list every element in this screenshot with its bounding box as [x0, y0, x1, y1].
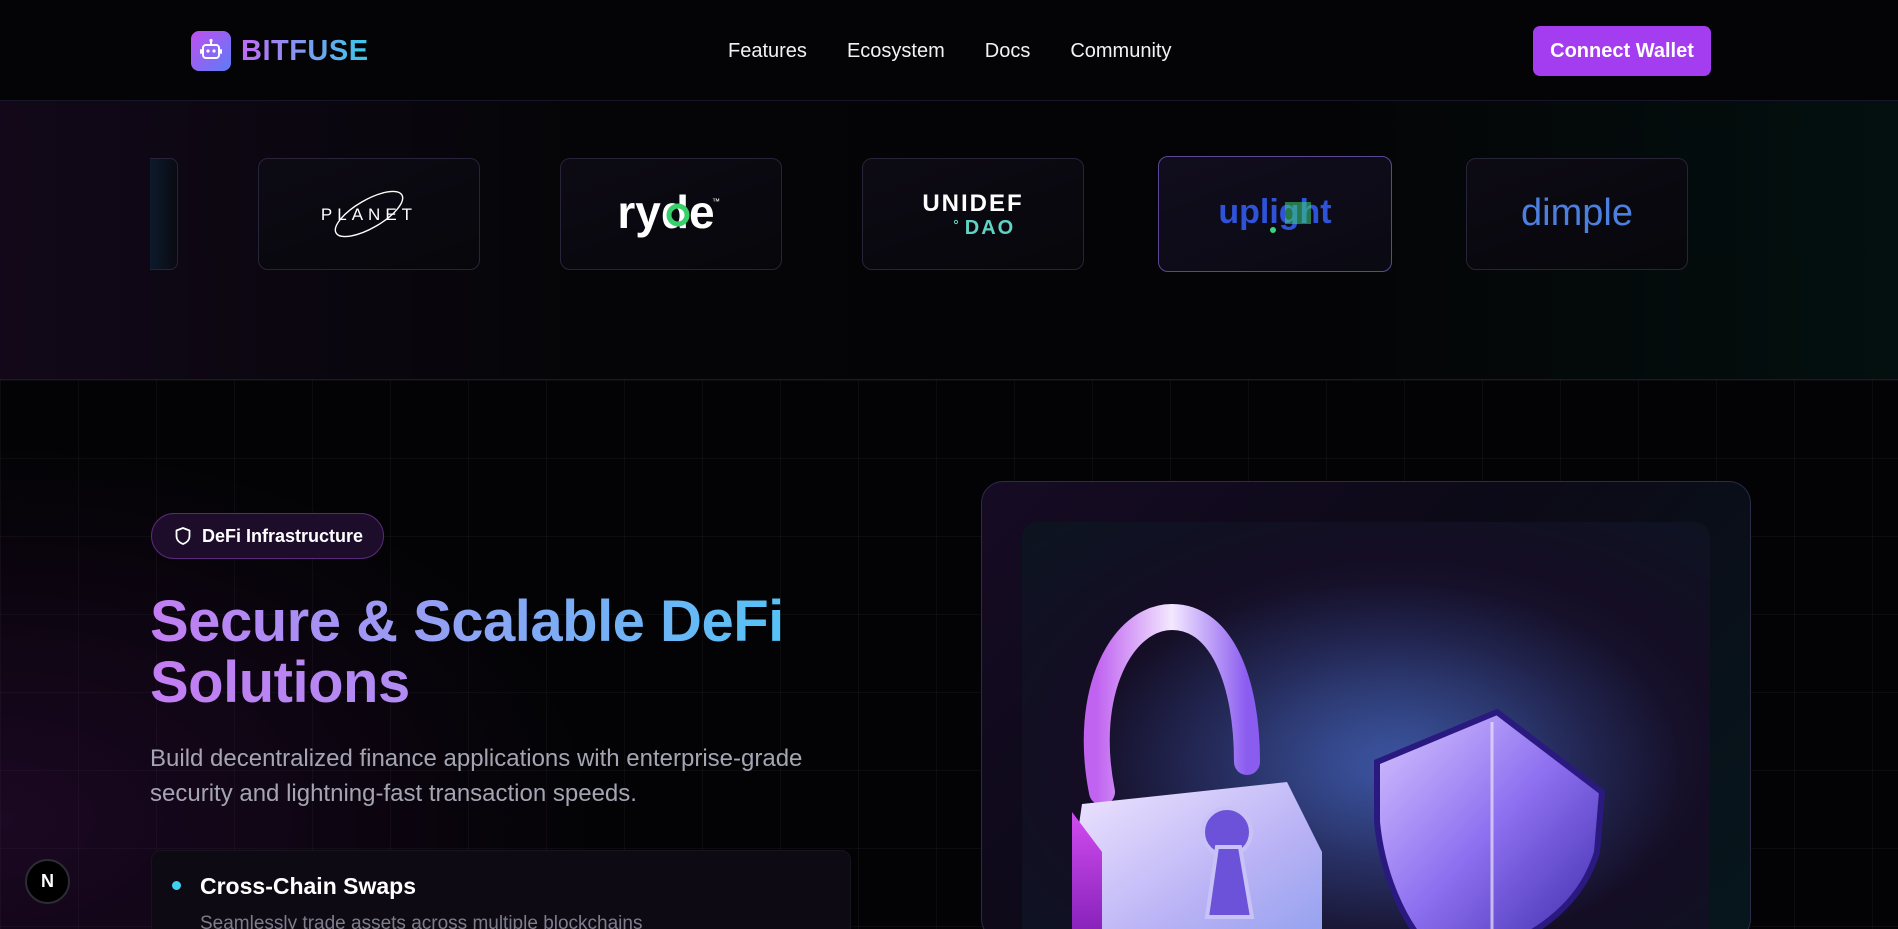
next-dev-indicator[interactable]: N	[25, 859, 70, 904]
logo-text: BITFUSE	[241, 34, 369, 67]
logo[interactable]: BITFUSE	[191, 31, 369, 71]
ryde-trademark: ™	[712, 197, 720, 206]
connect-wallet-button[interactable]: Connect Wallet	[1533, 26, 1711, 76]
uplight-logo: uplight	[1218, 193, 1332, 233]
ryde-logo: ryde ™	[617, 186, 720, 238]
unidef-logo-line1: UNIDEF	[922, 190, 1023, 217]
hero-title-line1: Secure & Scalable DeFi	[150, 589, 784, 654]
dimple-logo: dimple	[1521, 192, 1633, 234]
partner-card-planet[interactable]: PLANET	[258, 158, 480, 270]
nav-link-features[interactable]: Features	[728, 40, 807, 63]
hero-subtitle: Build decentralized finance applications…	[150, 745, 803, 807]
uplight-logo-text: uplight	[1218, 193, 1331, 231]
hero-visual	[1022, 522, 1710, 929]
unidef-logo: UNIDEF DAO	[922, 190, 1023, 239]
hero-title: Secure & Scalable DeFi Solutions	[150, 591, 910, 713]
padlock-shield-illustration	[1072, 582, 1682, 929]
nav-link-docs[interactable]: Docs	[985, 40, 1031, 63]
navbar: BITFUSE Features Ecosystem Docs Communit…	[0, 0, 1898, 101]
shield-icon	[175, 527, 191, 545]
nav-link-ecosystem[interactable]: Ecosystem	[847, 40, 945, 63]
partner-logos-strip: PLANET ryde ™ UNIDEF DAO uplight dimple	[0, 101, 1898, 380]
page: BITFUSE Features Ecosystem Docs Communit…	[0, 0, 1898, 929]
planet-logo-text: PLANET	[321, 205, 417, 224]
ryde-logo-text: ryde	[617, 186, 714, 238]
partner-card-uplight[interactable]: uplight	[1158, 156, 1392, 272]
feature-title: Cross-Chain Swaps	[200, 873, 416, 899]
partner-card-partial[interactable]	[150, 158, 178, 270]
partner-card-ryde[interactable]: ryde ™	[560, 158, 782, 270]
hero-title-line2: Solutions	[150, 650, 410, 715]
feature-bullet-icon	[172, 881, 181, 890]
dimple-logo-text: dimple	[1521, 192, 1633, 234]
nav-link-community[interactable]: Community	[1070, 40, 1171, 63]
partner-card-unidef[interactable]: UNIDEF DAO	[862, 158, 1084, 270]
badge-label: DeFi Infrastructure	[202, 525, 364, 546]
partner-card-dimple[interactable]: dimple	[1466, 158, 1688, 270]
defi-infrastructure-badge: DeFi Infrastructure	[151, 513, 385, 559]
planet-logo: PLANET	[321, 190, 417, 238]
robot-icon	[191, 31, 231, 71]
feature-description: Seamlessly trade assets across multiple …	[200, 913, 643, 929]
unidef-logo-line2: DAO	[965, 217, 1015, 239]
nav-links: Features Ecosystem Docs Community	[728, 40, 1211, 63]
